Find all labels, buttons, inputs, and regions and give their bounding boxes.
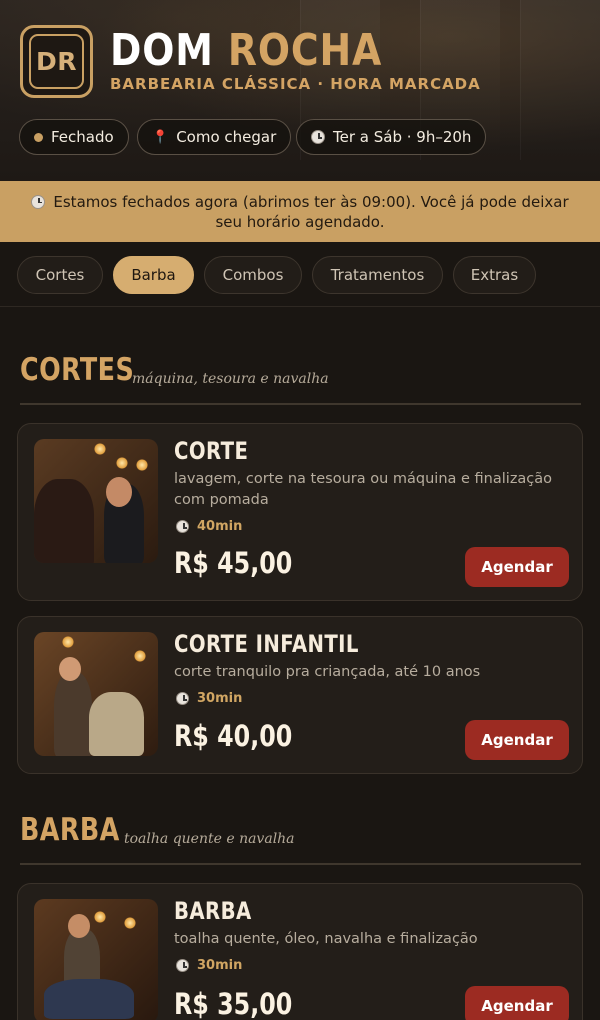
- service-card-barba: BARBA toalha quente, óleo, navalha e fin…: [17, 883, 583, 1020]
- service-card-corte-infantil: CORTE INFANTIL corte tranquilo pra crian…: [17, 616, 583, 774]
- clock-icon: [176, 959, 189, 972]
- category-tabs: Cortes Barba Combos Tratamentos Extras: [0, 242, 600, 307]
- service-photo: [34, 439, 158, 563]
- background-decoration: [520, 0, 600, 160]
- service-price: R$ 35,00: [174, 987, 293, 1020]
- hours-label: Ter a Sáb · 9h–20h: [333, 128, 472, 146]
- brand-tagline: BARBEARIA CLÁSSICA · HORA MARCADA: [110, 75, 481, 93]
- clock-icon: [311, 130, 325, 144]
- tab-barba[interactable]: Barba: [113, 256, 194, 294]
- service-duration: 40min: [176, 519, 242, 534]
- logo: DR: [20, 25, 93, 98]
- tab-cortes[interactable]: Cortes: [17, 256, 103, 294]
- brand-name: DOM ROCHA: [110, 26, 382, 76]
- section-divider: [20, 863, 581, 865]
- section-divider: [20, 403, 581, 405]
- clock-icon: [176, 520, 189, 533]
- service-name: CORTE INFANTIL: [174, 630, 359, 658]
- status-label: Fechado: [51, 128, 114, 146]
- service-photo: [34, 632, 158, 756]
- status-dot-icon: [34, 132, 43, 142]
- hours-pill: Ter a Sáb · 9h–20h: [296, 119, 487, 155]
- service-duration: 30min: [176, 691, 242, 706]
- tab-extras[interactable]: Extras: [453, 256, 536, 294]
- service-duration-label: 30min: [197, 691, 243, 706]
- service-name: BARBA: [174, 897, 252, 925]
- section-title-barba: BARBA: [20, 812, 120, 848]
- service-name: CORTE: [174, 437, 249, 465]
- section-subtitle-barba: toalha quente e navalha: [124, 831, 295, 847]
- service-duration: 30min: [176, 958, 242, 973]
- book-button[interactable]: Agendar: [465, 986, 569, 1020]
- service-duration-label: 40min: [197, 519, 243, 534]
- section-subtitle-cortes: máquina, tesoura e navalha: [132, 371, 329, 387]
- service-photo: [34, 899, 158, 1020]
- book-button[interactable]: Agendar: [465, 720, 569, 760]
- brand-name-part1: DOM: [110, 25, 214, 76]
- status-pill: Fechado: [19, 119, 129, 155]
- service-description: lavagem, corte na tesoura ou máquina e f…: [174, 471, 553, 508]
- clock-icon: [31, 194, 46, 209]
- brand-name-part2: ROCHA: [227, 25, 383, 76]
- service-price: R$ 45,00: [174, 546, 293, 580]
- service-price: R$ 40,00: [174, 719, 293, 753]
- section-title-cortes: CORTES: [20, 352, 135, 388]
- service-description: toalha quente, óleo, navalha e finalizaç…: [174, 931, 478, 947]
- map-pin-icon: 📍: [152, 129, 169, 145]
- service-card-corte: CORTE lavagem, corte na tesoura ou máqui…: [17, 423, 583, 601]
- directions-label: Como chegar: [176, 128, 277, 146]
- closed-banner: Estamos fechados agora (abrimos ter às 0…: [0, 181, 600, 242]
- tab-combos[interactable]: Combos: [204, 256, 302, 294]
- directions-button[interactable]: 📍 Como chegar: [137, 119, 292, 155]
- service-duration-label: 30min: [197, 958, 243, 973]
- header: DR DOM ROCHA BARBEARIA CLÁSSICA · HORA M…: [0, 0, 600, 181]
- book-button[interactable]: Agendar: [465, 547, 569, 587]
- logo-text: DR: [29, 34, 84, 89]
- closed-banner-text: Estamos fechados agora (abrimos ter às 0…: [53, 192, 569, 231]
- tab-tratamentos[interactable]: Tratamentos: [312, 256, 443, 294]
- clock-icon: [176, 692, 189, 705]
- service-description: corte tranquilo pra criançada, até 10 an…: [174, 664, 481, 680]
